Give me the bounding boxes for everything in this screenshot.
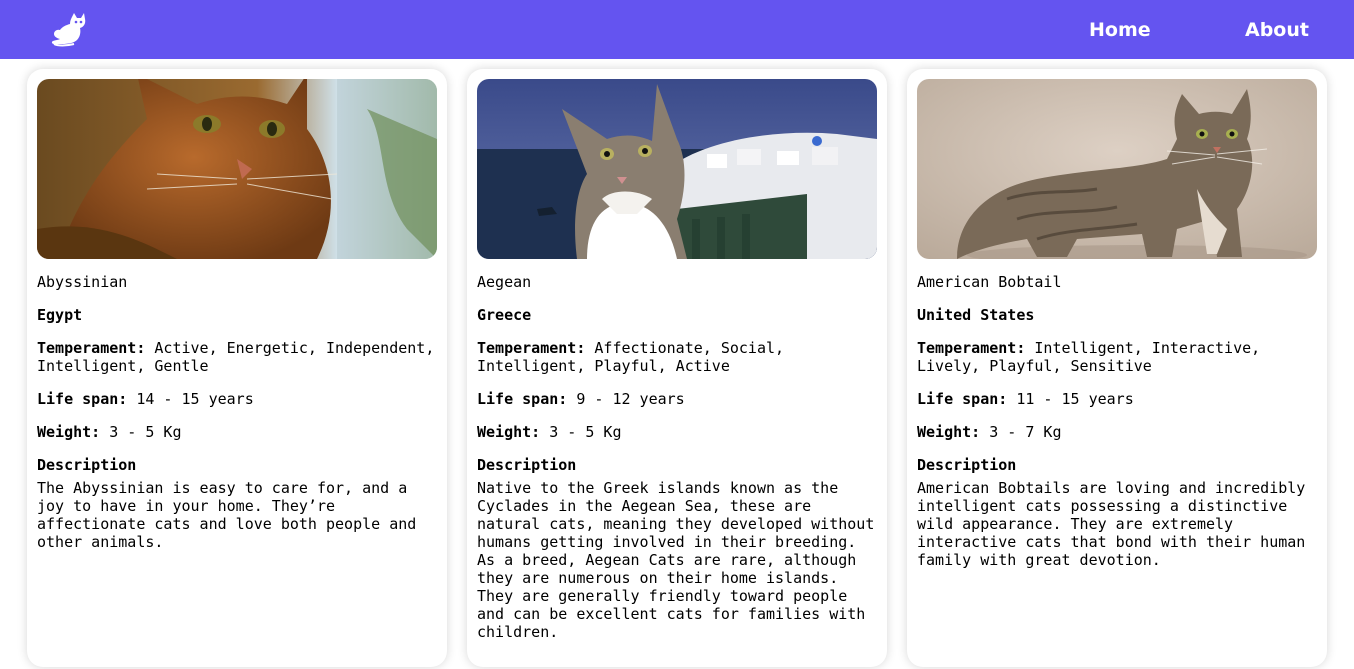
weight-label: Weight: — [477, 423, 541, 441]
life-span-row: Life span: 9 - 12 years — [477, 390, 877, 408]
breed-card: Aegean Greece Temperament: Affectionate,… — [467, 69, 887, 667]
breed-origin: Greece — [477, 306, 532, 324]
description-text: The Abyssinian is easy to care for, and … — [37, 479, 417, 551]
nav-home-link[interactable]: Home — [1089, 18, 1151, 42]
life-span-label: Life span: — [37, 390, 128, 408]
aegean-cat-photo — [477, 79, 877, 259]
life-span-label: Life span: — [917, 390, 1008, 408]
description-heading: Description — [37, 456, 137, 474]
life-span-value: 14 - 15 years — [136, 390, 254, 408]
navbar: Home About — [0, 0, 1354, 59]
breed-origin: United States — [917, 306, 1035, 324]
weight-label: Weight: — [917, 423, 981, 441]
breed-name: Aegean — [477, 273, 532, 291]
description-heading: Description — [917, 456, 1017, 474]
breed-name: American Bobtail — [917, 273, 1062, 291]
breed-card: American Bobtail United States Temperame… — [907, 69, 1327, 667]
description-text: Native to the Greek islands known as the… — [477, 479, 875, 641]
weight-row: Weight: 3 - 5 Kg — [37, 423, 437, 441]
temperament-row: Temperament: Affectionate, Social, Intel… — [477, 339, 877, 375]
life-span-value: 9 - 12 years — [576, 390, 685, 408]
weight-row: Weight: 3 - 5 Kg — [477, 423, 877, 441]
life-span-label: Life span: — [477, 390, 568, 408]
description-text: American Bobtails are loving and incredi… — [917, 479, 1306, 569]
weight-row: Weight: 3 - 7 Kg — [917, 423, 1317, 441]
temperament-row: Temperament: Active, Energetic, Independ… — [37, 339, 437, 375]
abyssinian-cat-photo — [37, 79, 437, 259]
temperament-label: Temperament: — [37, 339, 146, 357]
weight-value: 3 - 5 Kg — [109, 423, 182, 441]
weight-value: 3 - 5 Kg — [549, 423, 622, 441]
life-span-row: Life span: 11 - 15 years — [917, 390, 1317, 408]
temperament-label: Temperament: — [917, 339, 1026, 357]
breed-name: Abyssinian — [37, 273, 128, 291]
weight-label: Weight: — [37, 423, 101, 441]
breed-origin: Egypt — [37, 306, 83, 324]
nav-about-link[interactable]: About — [1245, 18, 1309, 42]
temperament-label: Temperament: — [477, 339, 586, 357]
description-heading: Description — [477, 456, 577, 474]
temperament-row: Temperament: Intelligent, Interactive, L… — [917, 339, 1317, 375]
american-bobtail-cat-photo — [917, 79, 1317, 259]
life-span-value: 11 - 15 years — [1016, 390, 1134, 408]
cat-logo-icon[interactable] — [50, 13, 86, 47]
breed-card: Abyssinian Egypt Temperament: Active, En… — [27, 69, 447, 667]
life-span-row: Life span: 14 - 15 years — [37, 390, 437, 408]
weight-value: 3 - 7 Kg — [989, 423, 1062, 441]
